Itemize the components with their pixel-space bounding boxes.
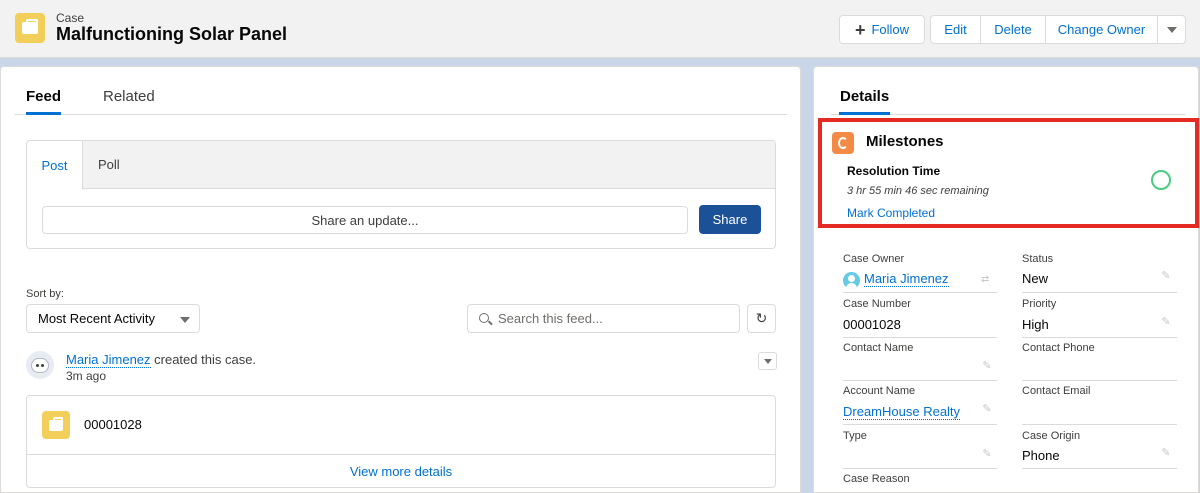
chevron-down-icon bbox=[180, 317, 190, 323]
publisher: Post Poll Share an update... Share bbox=[26, 140, 776, 249]
status-value: New bbox=[1022, 271, 1049, 286]
case-origin-value: Phone bbox=[1022, 448, 1060, 463]
refresh-icon: ↻ bbox=[755, 310, 768, 326]
record-header: Case Malfunctioning Solar Panel + Follow… bbox=[0, 0, 1200, 58]
case-icon bbox=[15, 13, 45, 43]
change-owner-icon[interactable]: ⇄ bbox=[981, 274, 993, 286]
search-placeholder: Search this feed... bbox=[498, 311, 603, 326]
avatar bbox=[26, 351, 54, 379]
case-origin-label: Case Origin bbox=[1022, 430, 1081, 442]
tab-feed[interactable]: Feed bbox=[26, 88, 62, 115]
view-more-details-link[interactable]: View more details bbox=[27, 454, 775, 487]
case-reason-label: Case Reason bbox=[843, 473, 910, 485]
object-label: Case bbox=[56, 11, 85, 25]
contact-email-label: Contact Email bbox=[1022, 385, 1091, 397]
pencil-icon[interactable]: ✎ bbox=[1160, 316, 1172, 328]
share-update-input[interactable]: Share an update... bbox=[42, 206, 688, 234]
follow-button[interactable]: + Follow bbox=[839, 15, 925, 44]
feed-actor-link[interactable]: Maria Jimenez bbox=[66, 352, 151, 368]
more-actions-button[interactable] bbox=[1157, 15, 1186, 44]
case-icon bbox=[42, 411, 70, 439]
feed-case-number: 00001028 bbox=[84, 417, 142, 432]
divider bbox=[1022, 337, 1177, 338]
refresh-button[interactable]: ↻ bbox=[747, 304, 776, 333]
milestone-remaining: 3 hr 55 min 46 sec remaining bbox=[847, 185, 989, 197]
user-avatar-icon bbox=[843, 272, 860, 289]
pencil-icon[interactable]: ✎ bbox=[981, 360, 993, 372]
type-label: Type bbox=[843, 430, 867, 442]
feed-item-header: Maria Jimenez created this case. bbox=[66, 352, 257, 368]
change-owner-button[interactable]: Change Owner bbox=[1045, 15, 1158, 44]
sort-value: Most Recent Activity bbox=[38, 311, 156, 326]
priority-value: High bbox=[1022, 317, 1049, 332]
divider bbox=[843, 292, 997, 293]
milestone-status-circle-icon bbox=[1151, 170, 1171, 190]
case-number-label: Case Number bbox=[843, 298, 911, 310]
feed-timestamp[interactable]: 3m ago bbox=[66, 369, 106, 383]
plus-icon: + bbox=[854, 19, 866, 40]
share-button[interactable]: Share bbox=[699, 205, 761, 234]
tab-details[interactable]: Details bbox=[839, 88, 891, 115]
priority-label: Priority bbox=[1022, 298, 1057, 310]
chevron-down-icon bbox=[1166, 26, 1177, 33]
account-name-label: Account Name bbox=[843, 385, 916, 397]
details-tabs: Details bbox=[831, 87, 1185, 115]
divider bbox=[843, 337, 997, 338]
edit-button[interactable]: Edit bbox=[930, 15, 981, 44]
search-icon bbox=[479, 313, 489, 323]
milestone-name: Resolution Time bbox=[847, 164, 941, 178]
delete-button[interactable]: Delete bbox=[980, 15, 1046, 44]
mark-completed-link[interactable]: Mark Completed bbox=[847, 206, 935, 220]
divider bbox=[1022, 468, 1177, 469]
pencil-icon[interactable]: ✎ bbox=[981, 448, 993, 460]
feed-action-text: created this case. bbox=[150, 352, 257, 367]
status-label: Status bbox=[1022, 253, 1054, 265]
contact-phone-label: Contact Phone bbox=[1022, 342, 1095, 354]
milestone-icon bbox=[832, 132, 854, 154]
divider bbox=[843, 468, 997, 469]
milestones-highlight: Milestones Resolution Time 3 hr 55 min 4… bbox=[818, 118, 1199, 228]
divider bbox=[1022, 424, 1177, 425]
tab-post[interactable]: Post bbox=[27, 141, 83, 190]
chevron-down-icon bbox=[763, 358, 772, 364]
tab-related[interactable]: Related bbox=[103, 88, 155, 115]
case-number-value: 00001028 bbox=[843, 317, 901, 332]
divider bbox=[1022, 380, 1177, 381]
search-feed-input[interactable]: Search this feed... bbox=[467, 304, 740, 333]
publisher-tabs: Post Poll bbox=[27, 141, 775, 190]
pencil-icon[interactable]: ✎ bbox=[1160, 447, 1172, 459]
case-owner-label: Case Owner bbox=[843, 253, 905, 265]
divider bbox=[1022, 292, 1177, 293]
follow-label: Follow bbox=[871, 22, 910, 37]
details-panel: Details Milestones Resolution Time 3 hr … bbox=[813, 66, 1199, 493]
pencil-icon[interactable]: ✎ bbox=[1160, 270, 1172, 282]
account-name-value[interactable]: DreamHouse Realty bbox=[843, 404, 961, 420]
feed-panel: Feed Related Post Poll Share an update..… bbox=[0, 66, 801, 493]
contact-name-label: Contact Name bbox=[843, 342, 914, 354]
record-title: Malfunctioning Solar Panel bbox=[56, 24, 288, 44]
feed-tabs: Feed Related bbox=[15, 87, 787, 115]
feed-item-menu-button[interactable] bbox=[758, 352, 777, 370]
feed-record-card: 00001028 View more details bbox=[26, 395, 776, 488]
sort-select[interactable]: Most Recent Activity bbox=[26, 304, 200, 333]
milestones-title: Milestones bbox=[866, 133, 944, 150]
pencil-icon[interactable]: ✎ bbox=[981, 403, 993, 415]
case-owner-value[interactable]: Maria Jimenez bbox=[864, 271, 949, 287]
divider bbox=[843, 380, 997, 381]
tab-poll[interactable]: Poll bbox=[98, 157, 120, 172]
sort-by-label: Sort by: bbox=[26, 288, 64, 300]
divider bbox=[843, 424, 997, 425]
